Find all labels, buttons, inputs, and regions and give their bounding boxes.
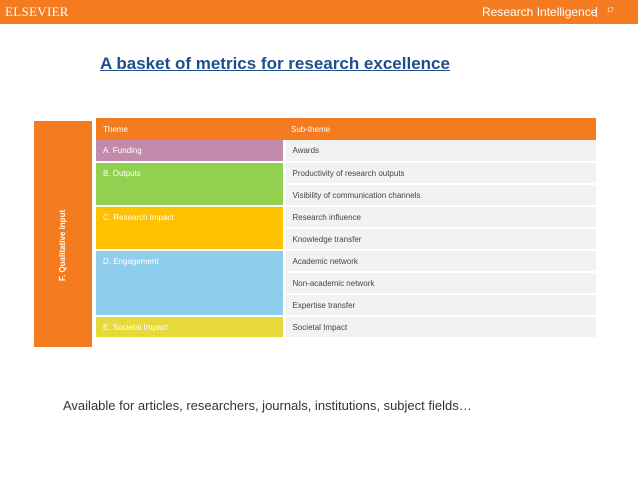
table-header-row: Theme Sub-theme [96, 118, 596, 140]
subtheme-cell: Awards [284, 140, 596, 163]
elsevier-logo: ELSEVIER [5, 4, 69, 19]
table-row: D. Engagement Academic network [96, 250, 596, 317]
theme-cell: E. Societal Impact [96, 316, 286, 339]
availability-note: Available for articles, researchers, jou… [63, 398, 472, 413]
slide-title: A basket of metrics for research excelle… [100, 54, 450, 73]
metrics-table: Theme Sub-theme A. Funding Awards B. Outpu… [96, 118, 596, 339]
theme-cell: A. Funding [96, 140, 286, 163]
subtheme-cell: Visibility of communication channels [284, 184, 596, 207]
subtheme-cell: Expertise transfer [284, 294, 596, 317]
product-name: Research Intelligence [482, 5, 598, 19]
header-bar: ELSEVIER Research Intelligence 17 [0, 0, 638, 24]
subtheme-cell: Research influence [284, 206, 596, 229]
header-subtheme: Sub-theme [284, 118, 596, 140]
page-number: 17 [607, 8, 614, 14]
header-divider [596, 7, 597, 17]
header-theme: Theme [96, 118, 284, 140]
table-row: C. Research Impact Research influence [96, 206, 596, 251]
table-row: B. Outputs Productivity of research outpu… [96, 162, 596, 207]
table-row: E. Societal Impact Societal Impact [96, 316, 596, 339]
subtheme-cell: Academic network [284, 250, 596, 273]
theme-cell: D. Engagement [96, 250, 286, 317]
subtheme-cell: Non-academic network [284, 272, 596, 295]
subtheme-cell: Societal Impact [284, 316, 596, 339]
theme-cell: C. Research Impact [96, 206, 286, 251]
table-body: A. Funding Awards B. Outputs Productivity o… [96, 140, 596, 339]
subtheme-cell: Knowledge transfer [284, 228, 596, 251]
subtheme-cell: Productivity of research outputs [284, 162, 596, 185]
table-row: A. Funding Awards [96, 140, 596, 163]
theme-cell: B. Outputs [96, 162, 286, 207]
qualitative-input-label: F. Qualitative input [58, 209, 67, 281]
